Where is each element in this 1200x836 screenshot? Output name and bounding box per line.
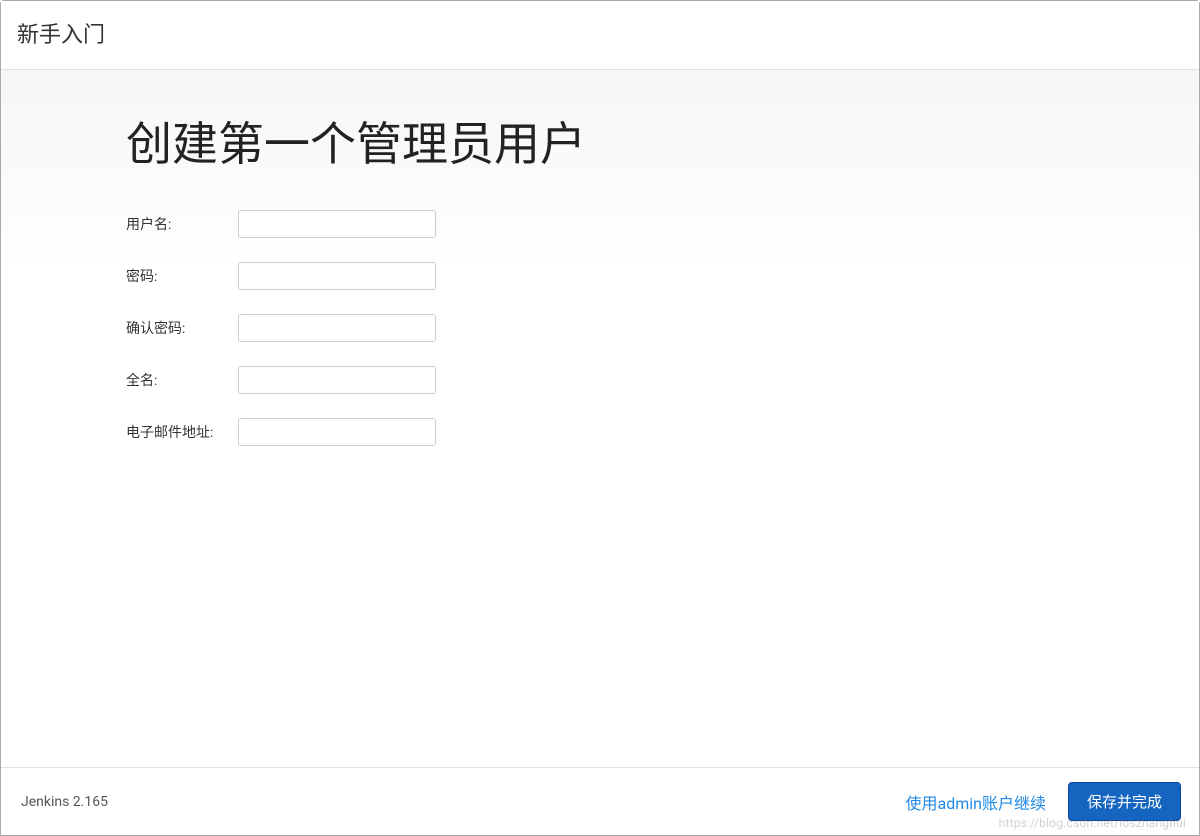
username-input[interactable] (238, 210, 436, 238)
wizard-main: 创建第一个管理员用户 用户名: 密码: 确认密码: (1, 70, 1199, 767)
confirm-password-label: 确认密码: (126, 314, 238, 366)
username-label: 用户名: (126, 210, 238, 262)
email-label: 电子邮件地址: (126, 418, 238, 470)
page-title: 创建第一个管理员用户 (126, 108, 1159, 174)
fullname-label: 全名: (126, 366, 238, 418)
continue-as-admin-button[interactable]: 使用admin账户继续 (905, 790, 1046, 814)
password-label: 密码: (126, 262, 238, 314)
confirm-password-input[interactable] (238, 314, 436, 342)
admin-user-form: 用户名: 密码: 确认密码: 全名: (126, 210, 436, 470)
password-input[interactable] (238, 262, 436, 290)
wizard-header-title: 新手入门 (17, 17, 1183, 49)
wizard-header: 新手入门 (1, 1, 1199, 70)
email-input[interactable] (238, 418, 436, 446)
version-text: Jenkins 2.165 (21, 794, 108, 810)
fullname-input[interactable] (238, 366, 436, 394)
save-and-finish-button[interactable]: 保存并完成 (1068, 782, 1181, 821)
wizard-footer: Jenkins 2.165 使用admin账户继续 保存并完成 (1, 767, 1199, 835)
